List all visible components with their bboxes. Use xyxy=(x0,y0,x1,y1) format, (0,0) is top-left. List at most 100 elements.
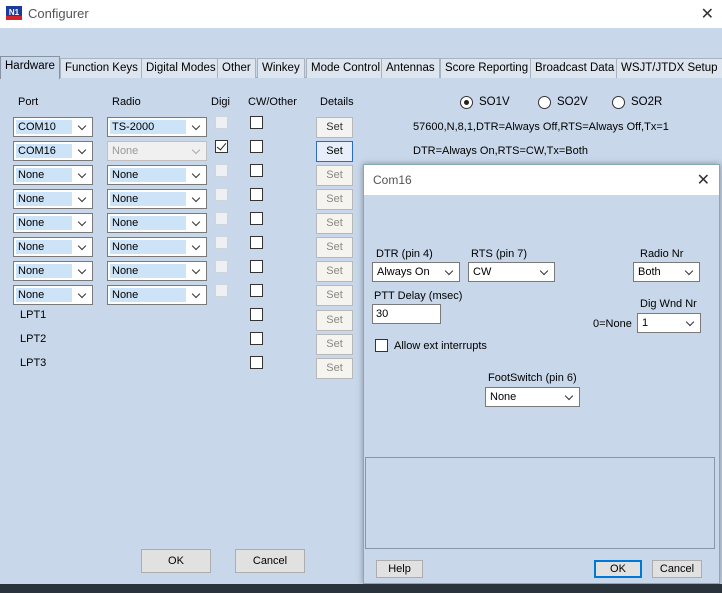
cw-other-checkbox[interactable] xyxy=(250,236,263,249)
port-value: None xyxy=(16,192,72,206)
port-select[interactable]: None xyxy=(13,237,93,257)
port-select[interactable]: None xyxy=(13,285,93,305)
radio-select[interactable]: None xyxy=(107,141,207,161)
tab-function-keys[interactable]: Function Keys xyxy=(60,58,143,78)
radio-circle xyxy=(538,96,551,109)
tab-broadcast-data[interactable]: Broadcast Data xyxy=(530,58,620,78)
dialog-close-icon[interactable]: ✕ xyxy=(697,170,710,190)
digi-header: Digi xyxy=(211,96,230,108)
details-set-button[interactable]: Set xyxy=(316,189,353,210)
so2v-label: SO2V xyxy=(557,96,588,108)
radio-value: None xyxy=(110,240,186,254)
details-set-button[interactable]: Set xyxy=(316,165,353,186)
dialog-title-bar: Com16 ✕ xyxy=(364,165,719,195)
radio-select[interactable]: None xyxy=(107,165,207,185)
dtr-select[interactable]: Always On xyxy=(372,262,460,282)
port-select[interactable]: None xyxy=(13,213,93,233)
port-select[interactable]: None xyxy=(13,261,93,281)
chevron-down-icon xyxy=(74,214,92,232)
tab-wsjt-jtdx-setup[interactable]: WSJT/JTDX Setup xyxy=(616,58,722,78)
details-set-button[interactable]: Set xyxy=(316,237,353,258)
radio-select[interactable]: None xyxy=(107,189,207,209)
cw-other-checkbox[interactable] xyxy=(250,260,263,273)
digi-checkbox[interactable] xyxy=(215,116,228,129)
radio-select[interactable]: None xyxy=(107,261,207,281)
help-button[interactable]: Help xyxy=(376,560,423,578)
radio-select[interactable]: None xyxy=(107,213,207,233)
port-value: None xyxy=(16,288,72,302)
ptt-delay-input[interactable]: 30 xyxy=(372,304,441,324)
tab-digital-modes[interactable]: Digital Modes xyxy=(141,58,221,78)
chevron-down-icon xyxy=(681,263,699,281)
radio-circle xyxy=(460,96,473,109)
dialog-cancel-button[interactable]: Cancel xyxy=(652,560,702,578)
radio-value: None xyxy=(112,145,139,157)
lpt1-cw-checkbox[interactable] xyxy=(250,308,263,321)
port-select[interactable]: COM16 xyxy=(13,141,93,161)
ok-button[interactable]: OK xyxy=(141,549,211,573)
port-select[interactable]: COM10 xyxy=(13,117,93,137)
details-set-button[interactable]: Set xyxy=(316,261,353,282)
rts-select[interactable]: CW xyxy=(468,262,555,282)
digi-checkbox[interactable] xyxy=(215,284,228,297)
close-icon[interactable]: ✕ xyxy=(701,4,714,24)
cw-other-checkbox[interactable] xyxy=(250,284,263,297)
port-select[interactable]: None xyxy=(13,165,93,185)
lpt2-set-button[interactable]: Set xyxy=(316,334,353,355)
details-set-button[interactable]: Set xyxy=(316,285,353,306)
details-set-button[interactable]: Set xyxy=(316,117,353,138)
cw-other-checkbox[interactable] xyxy=(250,140,263,153)
so1v-label: SO1V xyxy=(479,96,510,108)
digi-checkbox[interactable] xyxy=(215,260,228,273)
dialog-memo-panel xyxy=(365,457,715,549)
lpt2-cw-checkbox[interactable] xyxy=(250,332,263,345)
com16-dialog: Com16 ✕ DTR (pin 4) Always On RTS (pin 7… xyxy=(363,164,720,584)
tab-winkey[interactable]: Winkey xyxy=(257,58,305,78)
lpt3-set-button[interactable]: Set xyxy=(316,358,353,379)
details-set-button[interactable]: Set xyxy=(316,141,353,162)
tab-hardware[interactable]: Hardware xyxy=(0,56,60,79)
window-title: Configurer xyxy=(28,6,89,21)
cw-other-checkbox[interactable] xyxy=(250,212,263,225)
radio-select[interactable]: TS-2000 xyxy=(107,117,207,137)
port-header: Port xyxy=(18,96,39,108)
rts-label: RTS (pin 7) xyxy=(471,248,528,260)
radio-nr-select[interactable]: Both xyxy=(633,262,700,282)
tab-antennas[interactable]: Antennas xyxy=(381,58,440,78)
ptt-delay-label: PTT Delay (msec) xyxy=(374,290,463,302)
so2r-label: SO2R xyxy=(631,96,663,108)
port-select[interactable]: None xyxy=(13,189,93,209)
dig-wnd-prefix: 0=None xyxy=(593,318,632,330)
tab-score-reporting[interactable]: Score Reporting xyxy=(440,58,534,78)
app-logo-icon: N1 xyxy=(6,6,22,20)
dtr-label: DTR (pin 4) xyxy=(376,248,433,260)
digi-checkbox[interactable] xyxy=(215,164,228,177)
radio-select[interactable]: None xyxy=(107,285,207,305)
lpt3-cw-checkbox[interactable] xyxy=(250,356,263,369)
radio-value: None xyxy=(110,264,186,278)
taskbar-strip xyxy=(0,584,722,593)
footswitch-label: FootSwitch (pin 6) xyxy=(488,372,577,384)
details-set-button[interactable]: Set xyxy=(316,213,353,234)
lpt1-set-button[interactable]: Set xyxy=(316,310,353,331)
radio-value: None xyxy=(110,168,186,182)
cw-other-checkbox[interactable] xyxy=(250,116,263,129)
cw-other-checkbox[interactable] xyxy=(250,164,263,177)
digi-checkbox[interactable] xyxy=(215,188,228,201)
cw-other-checkbox[interactable] xyxy=(250,188,263,201)
port2-info: DTR=Always On,RTS=CW,Tx=Both xyxy=(413,145,588,157)
dig-wnd-value: 1 xyxy=(642,317,649,329)
radio-value: TS-2000 xyxy=(110,120,186,134)
tab-mode-control[interactable]: Mode Control xyxy=(306,58,386,78)
dialog-ok-button[interactable]: OK xyxy=(594,560,642,578)
radio-select[interactable]: None xyxy=(107,237,207,257)
digi-checkbox[interactable] xyxy=(215,140,228,153)
cancel-button[interactable]: Cancel xyxy=(235,549,305,573)
digi-checkbox[interactable] xyxy=(215,236,228,249)
tab-other[interactable]: Other xyxy=(217,58,256,78)
dig-wnd-select[interactable]: 1 xyxy=(637,313,701,333)
chevron-down-icon xyxy=(561,388,579,406)
digi-checkbox[interactable] xyxy=(215,212,228,225)
allow-ext-interrupts-checkbox[interactable] xyxy=(375,339,388,352)
footswitch-select[interactable]: None xyxy=(485,387,580,407)
